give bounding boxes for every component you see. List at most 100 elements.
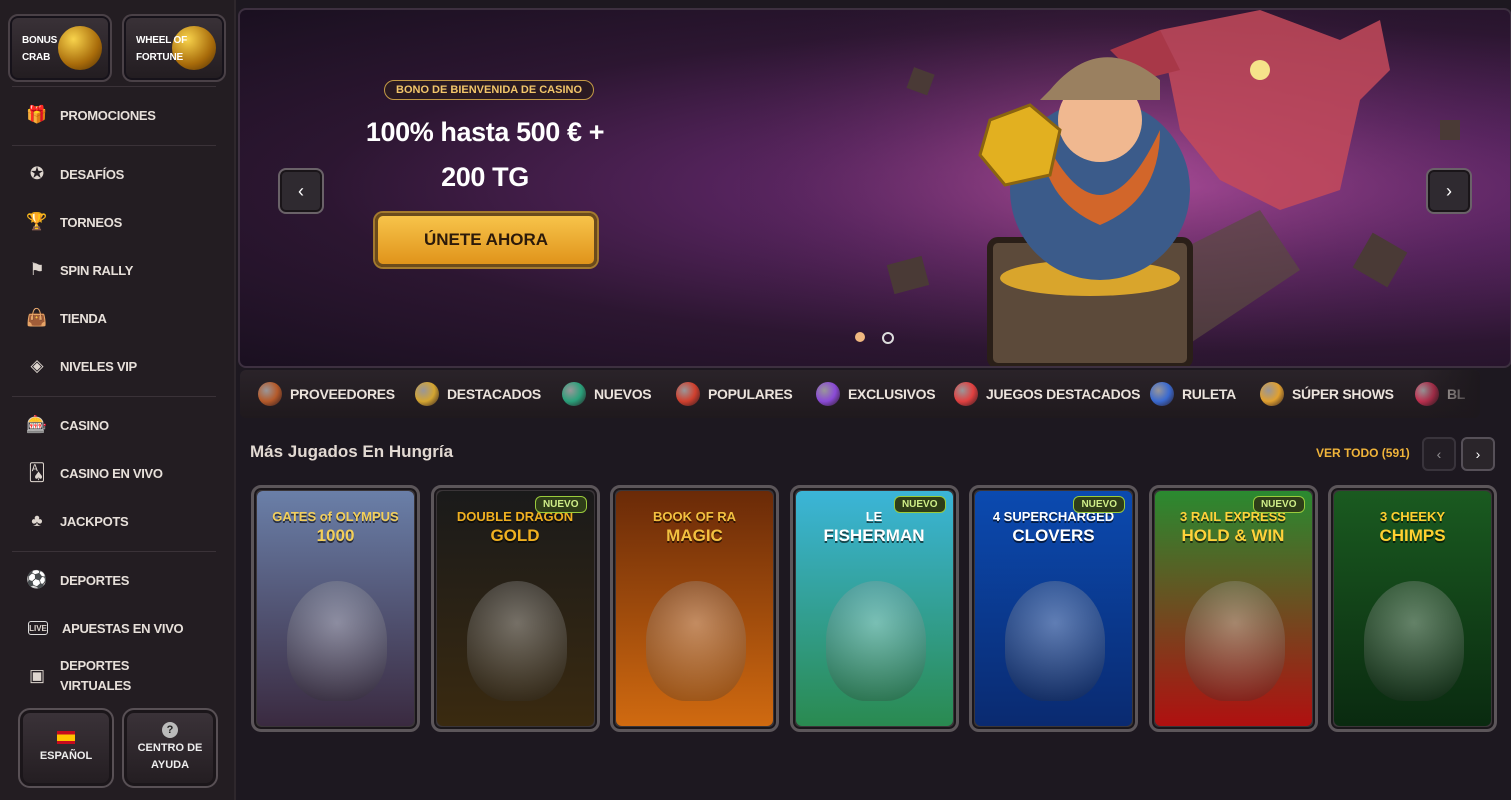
category-bar: PROVEEDORES DESTACADOS NUEVOS POPULARES EXCL… [240, 370, 1480, 418]
game-thumbnail: DOUBLE DRAGON GOLD [436, 491, 594, 726]
sidebar-divider [12, 145, 216, 146]
slide-dot-active[interactable] [855, 332, 865, 342]
bonus-crab-card[interactable]: BONUS CRAB [8, 14, 112, 82]
game-thumbnail: 4 SUPERCHARGED CLOVERS [975, 491, 1132, 726]
sidebar-item-label: JACKPOTS [60, 513, 129, 529]
new-badge: NUEVO [534, 496, 587, 513]
hero-illustration [740, 10, 1510, 366]
category-bar-fade [1420, 370, 1480, 418]
live-icon: LIVE [28, 621, 48, 635]
wheel-of-fortune-card[interactable]: WHEEL OF FORTUNE [122, 14, 226, 82]
hero-banner[interactable]: BONO DE BIENVENIDA DE CASINO 100% hasta … [238, 8, 1511, 368]
game-card[interactable]: GATES of OLYMPUS 1000 [251, 485, 420, 732]
sidebar-item-label: SPIN RALLY [60, 262, 134, 278]
game-title-line2: FISHERMAN [823, 526, 925, 545]
category-label: PROVEEDORES [290, 386, 395, 402]
wheel-of-fortune-label-2: FORTUNE [136, 52, 183, 63]
language-button[interactable]: ESPAÑOL [18, 708, 114, 788]
sidebar-item-label: NIVELES VIP [60, 358, 137, 374]
sidebar-item-deportes-virtuales[interactable]: ▣ DEPORTES VIRTUALES [24, 656, 131, 696]
category-tab-2[interactable]: NUEVOS [562, 382, 652, 406]
game-artwork [1005, 581, 1105, 701]
game-card[interactable]: BOOK OF RA MAGIC [610, 485, 779, 732]
category-tab-0[interactable]: PROVEEDORES [258, 382, 395, 406]
game-artwork [1184, 581, 1285, 701]
language-label: ESPAÑOL [39, 750, 93, 762]
sidebar-item-deportes[interactable]: ⚽ DEPORTES [24, 566, 129, 594]
category-icon [1260, 382, 1284, 406]
category-label: POPULARES [708, 386, 793, 402]
shopping-bag-icon: 👜 [26, 308, 48, 327]
gift-icon: 🎁 [26, 105, 48, 124]
bonus-badge: BONO DE BIENVENIDA DE CASINO [384, 80, 595, 100]
carousel-next-button[interactable]: › [1461, 437, 1495, 471]
chevron-right-icon: › [1446, 180, 1452, 201]
help-label-1: CENTRO DE [137, 742, 203, 754]
section-title: Más Jugados En Hungría [250, 442, 454, 461]
category-tab-3[interactable]: POPULARES [676, 382, 793, 406]
sidebar-item-tienda[interactable]: 👜 TIENDA [24, 304, 106, 332]
game-thumbnail: BOOK OF RA MAGIC [616, 491, 773, 726]
game-artwork [287, 581, 387, 701]
game-thumbnail: 3 RAIL EXPRESS HOLD & WIN [1154, 491, 1312, 726]
game-card[interactable]: 3 RAIL EXPRESS HOLD & WIN NUEVO [1148, 485, 1318, 732]
sidebar-divider [12, 396, 216, 397]
sidebar: BONUS CRAB WHEEL OF FORTUNE 🎁 PROMOCIONE… [0, 0, 236, 800]
category-icon [954, 382, 978, 406]
sidebar-item-casino-en-vivo[interactable]: 🂡 CASINO EN VIVO [24, 459, 163, 487]
sidebar-item-jackpots[interactable]: ♣ JACKPOTS [24, 507, 128, 535]
sidebar-divider [12, 86, 216, 87]
sidebar-item-niveles-vip[interactable]: ◈ NIVELES VIP [24, 352, 137, 380]
game-title-line2: CLOVERS [1012, 526, 1095, 545]
help-center-button[interactable]: ? CENTRO DE AYUDA [122, 708, 218, 788]
help-label-2: AYUDA [150, 759, 190, 771]
game-title-line2: 1000 [316, 526, 355, 545]
game-title-line1: GATES of OLYMPUS [272, 509, 399, 524]
promo-shortcuts: BONUS CRAB WHEEL OF FORTUNE [8, 14, 228, 82]
game-title: BOOK OF RA MAGIC [620, 507, 769, 545]
game-thumbnail: LE FISHERMAN [795, 491, 953, 726]
sidebar-divider [12, 551, 216, 552]
game-card[interactable]: 3 CHEEKY CHIMPS [1328, 485, 1497, 732]
category-label: JUEGOS DESTACADOS [986, 386, 1141, 402]
new-badge: NUEVO [893, 496, 946, 513]
category-icon [258, 382, 282, 406]
game-card[interactable]: 4 SUPERCHARGED CLOVERS NUEVO [969, 485, 1138, 732]
game-artwork [646, 581, 746, 701]
category-tab-4[interactable]: EXCLUSIVOS [816, 382, 936, 406]
join-now-button[interactable]: ÚNETE AHORA [375, 213, 597, 267]
carousel-prev-button[interactable]: ‹ [1422, 437, 1456, 471]
chevron-left-icon: ‹ [1436, 446, 1442, 462]
sidebar-item-label: CASINO [60, 417, 109, 433]
sidebar-item-desafios[interactable]: ✪ DESAFÍOS [24, 160, 124, 188]
game-card[interactable]: LE FISHERMAN NUEVO [789, 485, 959, 732]
chevron-left-icon: ‹ [298, 180, 304, 201]
new-badge: NUEVO [1252, 496, 1305, 513]
sidebar-item-label: DESAFÍOS [60, 166, 125, 182]
banner-prev-button[interactable]: ‹ [278, 168, 324, 214]
sidebar-item-spin-rally[interactable]: ⚑ SPIN RALLY [24, 256, 133, 284]
sidebar-item-apuestas-en-vivo[interactable]: LIVE APUESTAS EN VIVO [24, 614, 184, 642]
game-title: 3 CHEEKY CHIMPS [1338, 507, 1487, 545]
game-card[interactable]: DOUBLE DRAGON GOLD NUEVO [430, 485, 600, 732]
category-tab-1[interactable]: DESTACADOS [415, 382, 541, 406]
banner-next-button[interactable]: › [1426, 168, 1472, 214]
game-artwork [466, 581, 567, 701]
slide-dot[interactable] [882, 332, 894, 344]
sidebar-item-torneos[interactable]: 🏆 TORNEOS [24, 208, 122, 236]
game-title-line2: HOLD & WIN [1181, 526, 1285, 545]
trophy-icon: 🏆 [26, 212, 48, 231]
category-tab-7[interactable]: SÚPER SHOWS [1260, 382, 1394, 406]
category-icon [676, 382, 700, 406]
category-tab-5[interactable]: JUEGOS DESTACADOS [954, 382, 1140, 406]
see-all-link[interactable]: VER TODO (591) [1316, 446, 1410, 460]
rally-icon: ⚑ [29, 260, 45, 279]
chevron-right-icon: › [1475, 446, 1481, 462]
bonus-crab-icon [58, 26, 102, 70]
category-tab-6[interactable]: RULETA [1150, 382, 1236, 406]
sidebar-item-casino[interactable]: 🎰 CASINO [24, 411, 109, 439]
banner-headline-line1: 100% hasta 500 € + [365, 117, 605, 147]
game-title: GATES of OLYMPUS 1000 [261, 507, 410, 545]
sidebar-item-promociones[interactable]: 🎁 PROMOCIONES [24, 101, 156, 129]
category-icon [415, 382, 439, 406]
